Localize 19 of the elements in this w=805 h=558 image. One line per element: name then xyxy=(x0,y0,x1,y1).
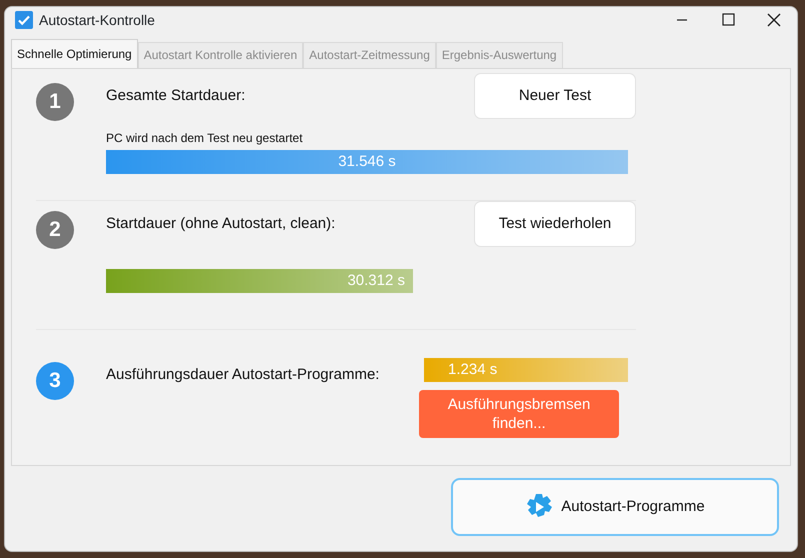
checkbox-logo-icon xyxy=(15,11,33,29)
minimize-icon xyxy=(677,19,687,21)
progress-bar: 30.312 s xyxy=(106,269,413,293)
step-label: Ausführungsdauer Autostart-Programme: xyxy=(106,365,380,385)
progress-bar: 31.546 s xyxy=(106,150,628,174)
step-number: 1 xyxy=(36,83,74,121)
step-number: 2 xyxy=(36,211,74,249)
window-title: Autostart-Kontrolle xyxy=(39,10,155,30)
step-label: Startdauer (ohne Autostart, clean): xyxy=(106,214,336,234)
test-button[interactable]: Test wiederholen xyxy=(474,201,636,247)
close-icon xyxy=(766,12,782,28)
test-button[interactable]: Neuer Test xyxy=(474,73,636,119)
tab[interactable]: Schnelle Optimierung xyxy=(11,39,138,68)
step-number: 3 xyxy=(36,362,74,400)
progress-bar: 1.234 s xyxy=(424,358,628,382)
maximize-icon xyxy=(720,12,736,28)
step-label: Gesamte Startdauer: xyxy=(106,86,246,106)
autostart-programs-button[interactable]: Autostart-Programme xyxy=(451,478,779,536)
hint-text: PC wird nach dem Test neu gestartet xyxy=(106,130,304,147)
